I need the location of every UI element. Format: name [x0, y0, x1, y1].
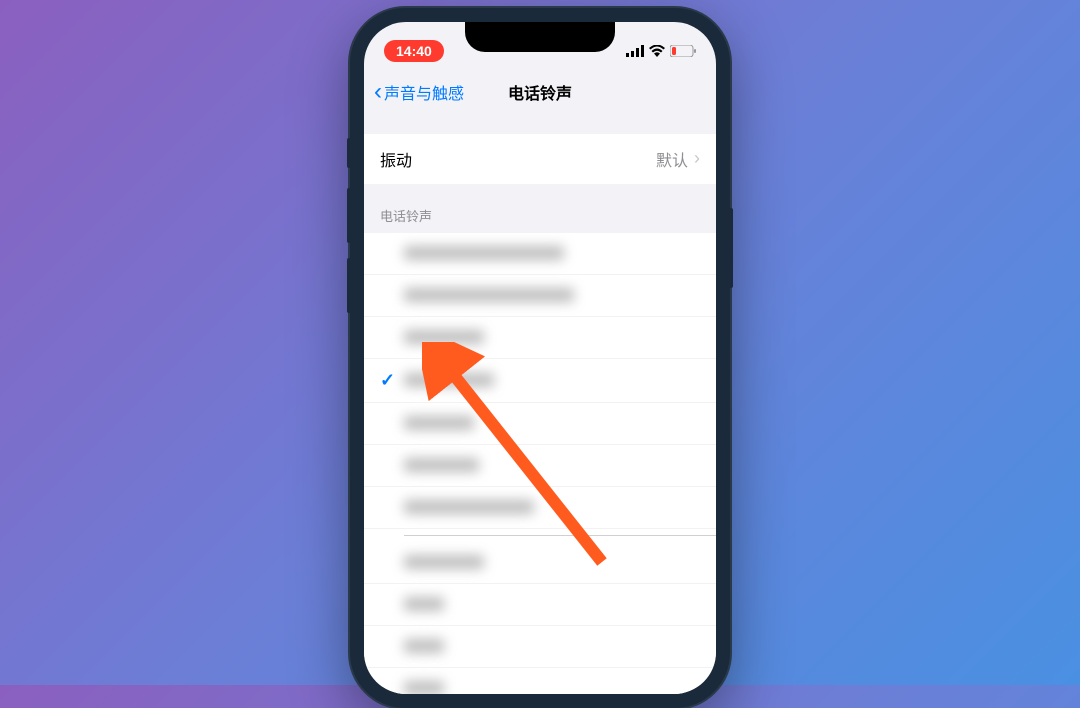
- signal-icon: [626, 45, 644, 57]
- ringtone-label-blurred: [404, 330, 484, 344]
- ringtone-label-blurred: [404, 555, 484, 569]
- ringtone-item[interactable]: ✓: [364, 359, 716, 403]
- ringtone-item[interactable]: [364, 668, 716, 694]
- ringtone-label-blurred: [404, 288, 574, 302]
- list-divider: [404, 535, 716, 536]
- ringtone-item[interactable]: [364, 275, 716, 317]
- ringtone-label-blurred: [404, 597, 444, 611]
- wifi-icon: [649, 45, 665, 57]
- ringtone-label-blurred: [404, 458, 479, 472]
- ringtone-label-blurred: [404, 639, 444, 653]
- ringtone-item[interactable]: [364, 233, 716, 275]
- navigation-bar: ‹ 声音与触感 电话铃声: [364, 70, 716, 114]
- page-title: 电话铃声: [508, 80, 572, 104]
- chevron-left-icon: ‹: [374, 80, 382, 104]
- power-button: [730, 208, 733, 288]
- phone-frame: 14:40 ‹ 声音与触感 电话铃声 振动: [350, 8, 730, 708]
- status-time: 14:40: [384, 40, 444, 62]
- vibration-cell[interactable]: 振动 默认 ›: [364, 134, 716, 184]
- volume-up-button: [347, 188, 350, 243]
- back-button[interactable]: ‹ 声音与触感: [374, 80, 464, 104]
- back-label: 声音与触感: [384, 80, 464, 104]
- notch: [465, 22, 615, 52]
- chevron-right-icon: ›: [694, 148, 700, 169]
- ringtone-item[interactable]: [364, 403, 716, 445]
- ringtone-item[interactable]: [364, 626, 716, 668]
- status-icons: [626, 45, 696, 57]
- ringtone-item[interactable]: [364, 584, 716, 626]
- phone-screen: 14:40 ‹ 声音与触感 电话铃声 振动: [364, 22, 716, 694]
- content-area: 振动 默认 › 电话铃声 ✓: [364, 114, 716, 694]
- checkmark-icon: ✓: [380, 370, 404, 391]
- ringtone-item[interactable]: [364, 542, 716, 584]
- vibration-label: 振动: [380, 147, 412, 171]
- ringtone-label-blurred: [404, 246, 564, 260]
- ringtone-item[interactable]: [364, 487, 716, 529]
- ringtone-label-blurred: [404, 500, 534, 514]
- ringtone-item[interactable]: [364, 317, 716, 359]
- side-button: [347, 138, 350, 168]
- ringtone-label-blurred: [404, 416, 474, 430]
- ringtone-label-blurred: [404, 373, 494, 387]
- ringtone-label-blurred: [404, 681, 444, 694]
- battery-low-icon: [670, 45, 696, 57]
- volume-down-button: [347, 258, 350, 313]
- ringtone-list: ✓: [364, 233, 716, 694]
- ringtone-item[interactable]: [364, 445, 716, 487]
- ringtone-section-header: 电话铃声: [364, 184, 716, 233]
- vibration-value: 默认: [656, 147, 688, 171]
